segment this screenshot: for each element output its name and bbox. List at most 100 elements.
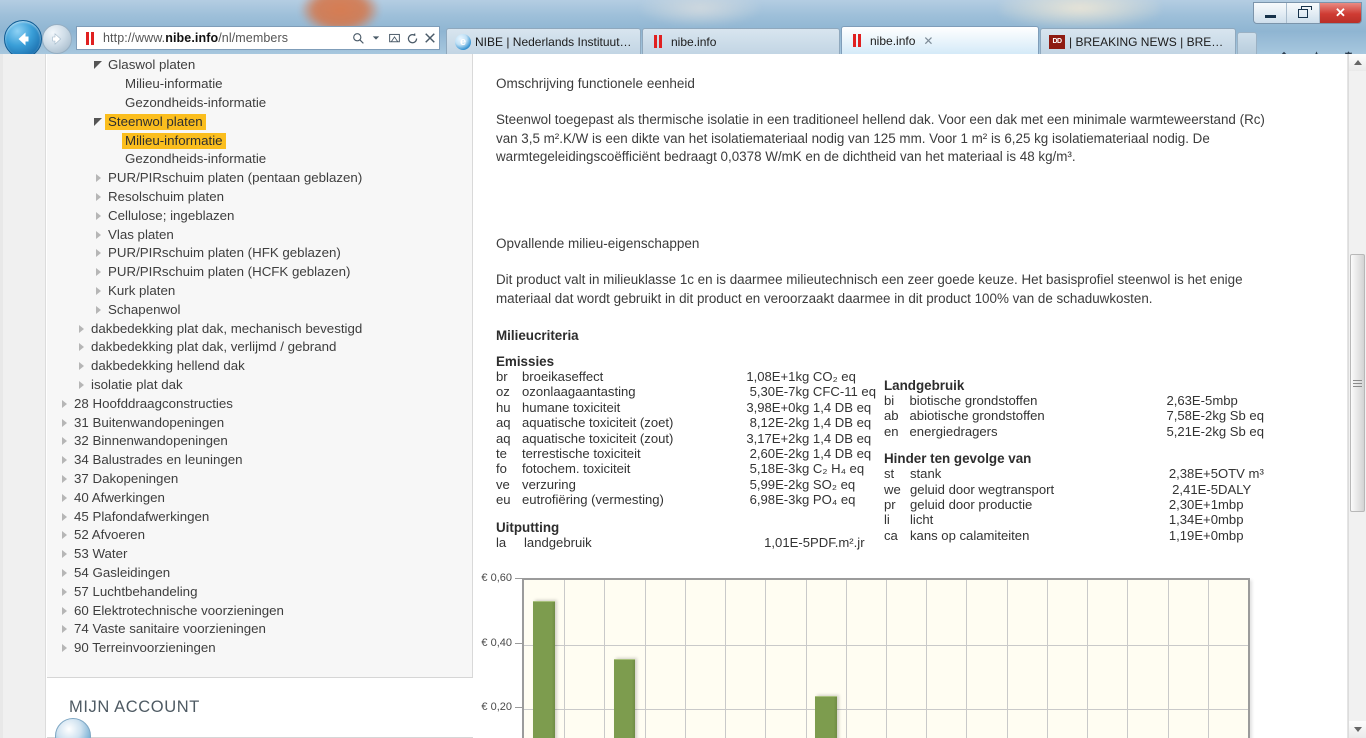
tree-item[interactable]: PUR/PIRschuim platen (HCFK geblazen) bbox=[47, 263, 473, 282]
tree-item-label[interactable]: Milieu-informatie bbox=[122, 132, 226, 149]
tree-expand-closed-icon[interactable] bbox=[57, 568, 71, 577]
tree-item[interactable]: Gezondheids-informatie bbox=[47, 150, 473, 169]
tree-expand-closed-icon[interactable] bbox=[91, 268, 105, 277]
tree-item[interactable]: 57 Luchtbehandeling bbox=[47, 582, 473, 601]
browser-tab-active[interactable]: nibe.info ✕ bbox=[841, 26, 1039, 54]
tree-item[interactable]: isolatie plat dak bbox=[47, 376, 473, 395]
tree-item[interactable]: Kurk platen bbox=[47, 282, 473, 301]
tree-item[interactable]: 37 Dakopeningen bbox=[47, 470, 473, 489]
tree-item[interactable]: 54 Gasleidingen bbox=[47, 564, 473, 583]
tree-expand-closed-icon[interactable] bbox=[57, 550, 71, 559]
back-button[interactable] bbox=[4, 20, 42, 54]
close-tab-button[interactable]: ✕ bbox=[923, 34, 933, 48]
tree-expand-closed-icon[interactable] bbox=[91, 230, 105, 239]
tree-item[interactable]: dakbedekking plat dak, verlijmd / gebran… bbox=[47, 338, 473, 357]
tree-item[interactable]: dakbedekking plat dak, mechanisch bevest… bbox=[47, 319, 473, 338]
browser-tab[interactable]: e NIBE | Nederlands Instituut vo... bbox=[446, 28, 641, 54]
tree-expand-closed-icon[interactable] bbox=[57, 418, 71, 427]
tree-item-label[interactable]: dakbedekking plat dak, verlijmd / gebran… bbox=[88, 339, 339, 355]
compatibility-view-icon[interactable] bbox=[385, 27, 403, 49]
tree-item-label[interactable]: 34 Balustrades en leuningen bbox=[71, 452, 246, 468]
tree-expand-closed-icon[interactable] bbox=[91, 286, 105, 295]
tree-item-label[interactable]: PUR/PIRschuim platen (pentaan geblazen) bbox=[105, 170, 365, 186]
tree-item[interactable]: Milieu-informatie bbox=[47, 75, 473, 94]
tree-item[interactable]: 34 Balustrades en leuningen bbox=[47, 451, 473, 470]
tree-expand-closed-icon[interactable] bbox=[57, 399, 71, 408]
tree-expand-closed-icon[interactable] bbox=[91, 305, 105, 314]
tree-expand-closed-icon[interactable] bbox=[57, 493, 71, 502]
tree-expand-closed-icon[interactable] bbox=[57, 456, 71, 465]
forward-button[interactable] bbox=[42, 24, 72, 54]
tree-item[interactable]: Glaswol platen bbox=[47, 56, 473, 75]
tree-item-label[interactable]: 28 Hoofddraagconstructies bbox=[71, 396, 236, 412]
my-account-panel[interactable]: MIJN ACCOUNT bbox=[47, 677, 473, 738]
tree-item-label[interactable]: isolatie plat dak bbox=[88, 377, 186, 393]
tree-item-label[interactable]: 52 Afvoeren bbox=[71, 527, 148, 543]
new-tab-button[interactable] bbox=[1237, 32, 1257, 54]
refresh-icon[interactable] bbox=[403, 27, 421, 49]
scrollbar-thumb[interactable] bbox=[1350, 254, 1365, 512]
tree-item[interactable]: dakbedekking hellend dak bbox=[47, 357, 473, 376]
tree-item-label[interactable]: 60 Elektrotechnische voorzieningen bbox=[71, 603, 287, 619]
tree-item[interactable]: 90 Terreinvoorzieningen bbox=[47, 639, 473, 658]
page-scrollbar[interactable] bbox=[1348, 54, 1366, 738]
tree-expand-closed-icon[interactable] bbox=[91, 192, 105, 201]
tree-item[interactable]: 32 Binnenwandopeningen bbox=[47, 432, 473, 451]
tree-item-label[interactable]: Gezondheids-informatie bbox=[122, 95, 269, 111]
tree-expand-closed-icon[interactable] bbox=[74, 324, 88, 333]
tree-expand-closed-icon[interactable] bbox=[74, 362, 88, 371]
tree-item-label[interactable]: Gezondheids-informatie bbox=[122, 151, 269, 167]
tree-expand-closed-icon[interactable] bbox=[57, 606, 71, 615]
tree-expand-closed-icon[interactable] bbox=[57, 474, 71, 483]
tree-item-label[interactable]: Milieu-informatie bbox=[122, 76, 226, 92]
tree-item-label[interactable]: Glaswol platen bbox=[105, 57, 198, 73]
scroll-up-button[interactable] bbox=[1349, 54, 1366, 71]
tree-expand-closed-icon[interactable] bbox=[57, 512, 71, 521]
tree-item-label[interactable]: Schapenwol bbox=[105, 302, 183, 318]
tree-expand-closed-icon[interactable] bbox=[57, 644, 71, 653]
tree-item-label[interactable]: Kurk platen bbox=[105, 283, 178, 299]
tree-item-label[interactable]: Vlas platen bbox=[105, 227, 177, 243]
tree-item-label[interactable]: 90 Terreinvoorzieningen bbox=[71, 640, 219, 656]
tree-item-label[interactable]: 74 Vaste sanitaire voorzieningen bbox=[71, 621, 269, 637]
tree-item-label[interactable]: 37 Dakopeningen bbox=[71, 471, 181, 487]
chevron-down-icon[interactable] bbox=[367, 27, 385, 49]
tree-expand-open-icon[interactable] bbox=[91, 117, 105, 126]
tree-item[interactable]: 60 Elektrotechnische voorzieningen bbox=[47, 601, 473, 620]
tree-item-label[interactable]: dakbedekking plat dak, mechanisch bevest… bbox=[88, 321, 365, 337]
tree-item-label[interactable]: PUR/PIRschuim platen (HFK geblazen) bbox=[105, 245, 344, 261]
tree-item[interactable]: 74 Vaste sanitaire voorzieningen bbox=[47, 620, 473, 639]
restore-button[interactable] bbox=[1287, 3, 1320, 23]
address-url-text[interactable]: http://www.nibe.info/nl/members bbox=[103, 31, 349, 45]
tree-item-label[interactable]: PUR/PIRschuim platen (HCFK geblazen) bbox=[105, 264, 353, 280]
scroll-down-button[interactable] bbox=[1349, 721, 1366, 738]
tree-item[interactable]: 53 Water bbox=[47, 545, 473, 564]
tree-expand-closed-icon[interactable] bbox=[74, 380, 88, 389]
tree-item[interactable]: 31 Buitenwandopeningen bbox=[47, 413, 473, 432]
tree-item[interactable]: PUR/PIRschuim platen (HFK geblazen) bbox=[47, 244, 473, 263]
tree-item[interactable]: Schapenwol bbox=[47, 300, 473, 319]
tree-expand-open-icon[interactable] bbox=[91, 61, 105, 70]
tree-item[interactable]: 40 Afwerkingen bbox=[47, 488, 473, 507]
tree-expand-closed-icon[interactable] bbox=[57, 437, 71, 446]
tree-item-label[interactable]: 31 Buitenwandopeningen bbox=[71, 415, 227, 431]
tree-item-label[interactable]: dakbedekking hellend dak bbox=[88, 358, 248, 374]
tree-item[interactable]: Gezondheids-informatie bbox=[47, 94, 473, 113]
tree-expand-closed-icon[interactable] bbox=[57, 531, 71, 540]
tree-item-label[interactable]: 57 Luchtbehandeling bbox=[71, 584, 200, 600]
minimize-button[interactable] bbox=[1254, 3, 1287, 23]
tree-item[interactable]: 45 Plafondafwerkingen bbox=[47, 507, 473, 526]
tree-item-label[interactable]: Cellulose; ingeblazen bbox=[105, 208, 237, 224]
search-icon[interactable] bbox=[349, 27, 367, 49]
tree-item-label[interactable]: 54 Gasleidingen bbox=[71, 565, 173, 581]
tree-item[interactable]: 52 Afvoeren bbox=[47, 526, 473, 545]
tree-item-label[interactable]: 40 Afwerkingen bbox=[71, 490, 168, 506]
tree-item-label[interactable]: 32 Binnenwandopeningen bbox=[71, 433, 231, 449]
tree-item[interactable]: Milieu-informatie bbox=[47, 131, 473, 150]
tree-item[interactable]: Cellulose; ingeblazen bbox=[47, 206, 473, 225]
tree-expand-closed-icon[interactable] bbox=[74, 343, 88, 352]
tree-expand-closed-icon[interactable] bbox=[91, 174, 105, 183]
tree-expand-closed-icon[interactable] bbox=[57, 625, 71, 634]
tree-item[interactable]: Vlas platen bbox=[47, 225, 473, 244]
tree-expand-closed-icon[interactable] bbox=[91, 211, 105, 220]
